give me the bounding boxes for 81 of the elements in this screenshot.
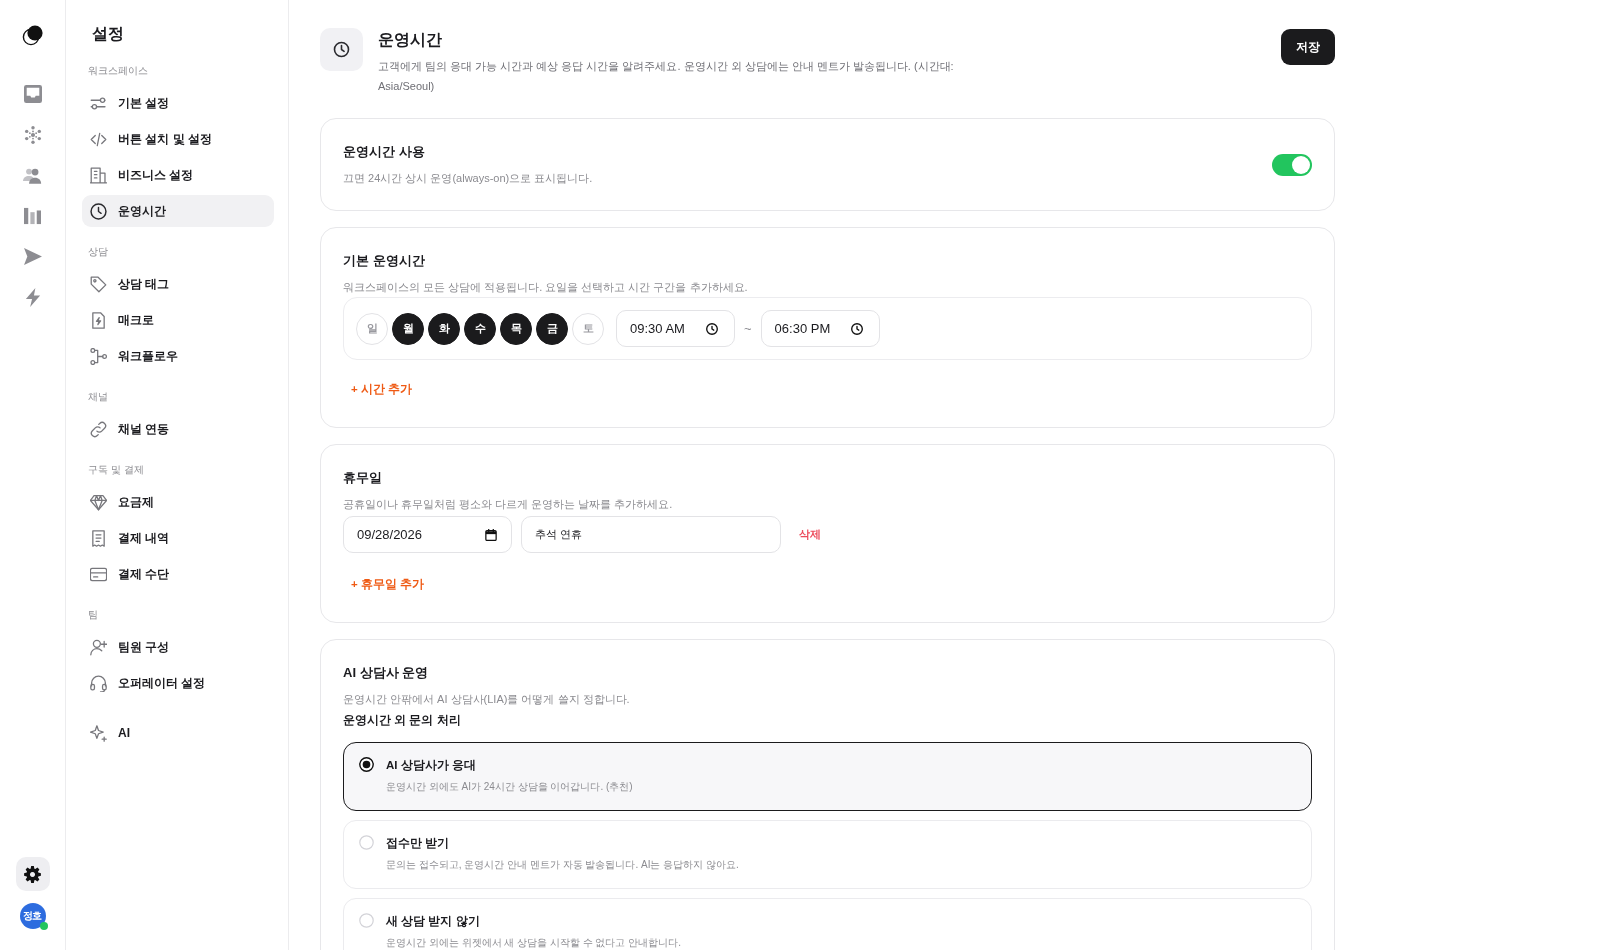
option-card[interactable]: 접수만 받기 문의는 접수되고, 운영시간 안내 멘트가 자동 발송됩니다. AI는 응답하지 않아요.	[343, 820, 1312, 889]
sidebar-item[interactable]: 오퍼레이터 설정	[82, 667, 274, 699]
delete-button[interactable]: 삭제	[799, 523, 821, 546]
sidebar-item[interactable]: 팀원 구성	[82, 631, 274, 663]
option-title: 새 상담 받지 않기	[386, 914, 481, 930]
logo-icon	[21, 24, 44, 46]
section-label: 채널	[87, 390, 109, 404]
clock-icon	[850, 322, 863, 335]
flow-nodes-icon	[90, 347, 107, 365]
sparkle-icon	[90, 724, 107, 742]
time-field[interactable]: 09:30 AM	[616, 310, 735, 347]
option-description: 운영시간 외에는 위젯에서 새 상담을 시작할 수 없다고 안내합니다.	[386, 936, 681, 950]
section-description: 공휴일이나 휴무일처럼 평소와 다르게 운영하는 날짜를 추가하세요.	[343, 497, 674, 512]
sidebar-item[interactable]: 결제 내역	[82, 522, 274, 554]
sidebar-item[interactable]: 채널 연동	[82, 413, 274, 445]
headset-icon	[90, 674, 107, 692]
subheading: 운영시간 외 문의 처리	[343, 713, 462, 728]
section-label: 상담	[87, 245, 109, 259]
day-toggle[interactable]: 월	[392, 312, 424, 345]
building-icon	[90, 166, 107, 184]
date-field[interactable]: 09/28/2026	[343, 516, 512, 553]
section-description: 끄면 24시간 상시 운영(always-on)으로 표시됩니다.	[343, 171, 593, 186]
clock-icon	[90, 202, 107, 220]
section-description: 워크스페이스의 모든 상담에 적용됩니다. 요일을 선택하고 시간 구간을 추가하세요.	[343, 280, 749, 295]
calendar-icon	[485, 528, 497, 541]
option-card[interactable]: 새 상담 받지 않기 운영시간 외에는 위젯에서 새 상담을 시작할 수 없다고 안내합니다.	[343, 898, 1312, 950]
option-description: 운영시간 외에도 AI가 24시간 상담을 이어갑니다. (추천)	[386, 780, 633, 794]
option-card[interactable]: AI 상담사가 응대 운영시간 외에도 AI가 24시간 상담을 이어갑니다. (추천)	[343, 742, 1312, 811]
sidebar-item[interactable]: 버튼 설치 및 설정	[82, 123, 274, 155]
section-title: AI 상담사 운영	[343, 664, 430, 682]
file-lightning-icon	[90, 311, 107, 329]
toggle-switch[interactable]	[1272, 153, 1312, 176]
range-separator: ~	[744, 321, 752, 336]
lightning-icon[interactable]	[24, 288, 41, 307]
page-title: 운영시간	[378, 30, 443, 50]
sidebar-item[interactable]: AI	[82, 717, 274, 749]
inbox-icon[interactable]	[23, 85, 42, 103]
time-field[interactable]: 06:30 PM	[760, 310, 880, 347]
section-label: 구독 및 결제	[87, 463, 145, 477]
section-title: 기본 운영시간	[343, 252, 426, 270]
settings-button[interactable]	[15, 857, 50, 891]
sidebar-item[interactable]: 워크플로우	[82, 340, 274, 372]
code-icon	[90, 130, 107, 148]
people-icon[interactable]	[23, 167, 42, 184]
option-title: AI 상담사가 응대	[386, 758, 477, 773]
day-toggle[interactable]: 목	[500, 312, 532, 345]
option-description: 문의는 접수되고, 운영시간 안내 멘트가 자동 발송됩니다. AI는 응답하지 않아요.	[386, 858, 739, 872]
link-icon	[90, 420, 107, 438]
settings-icon	[24, 865, 41, 883]
sidebar-item[interactable]: 운영시간	[82, 195, 274, 227]
page-description: 고객에게 팀의 응대 가능 시간과 예상 응답 시간을 알려주세요. 운영시간 외 상담에는 안내 멘트가 발송됩니다. (시간대: Asia/Seoul)	[378, 59, 955, 94]
diamond-icon	[90, 493, 107, 511]
section-label: 팀	[87, 608, 99, 622]
section-title: 운영시간 사용	[343, 143, 426, 161]
clock-icon	[320, 28, 363, 71]
day-toggle[interactable]: 화	[428, 312, 460, 345]
day-toggle[interactable]: 금	[536, 312, 568, 345]
credit-card-icon	[90, 565, 107, 583]
sidebar-item[interactable]: 상담 태그	[82, 268, 274, 300]
day-toggle[interactable]: 수	[464, 312, 496, 345]
sidebar-item[interactable]: 비즈니스 설정	[82, 159, 274, 191]
option-title: 접수만 받기	[386, 836, 451, 851]
paper-plane-icon[interactable]	[23, 248, 42, 265]
person-plus-icon	[90, 638, 107, 656]
avatar[interactable]: 정호	[19, 903, 46, 929]
holiday-name-field[interactable]: 추석 연휴	[521, 516, 781, 553]
nodes-icon[interactable]	[23, 126, 42, 144]
section-label: 워크스페이스	[87, 64, 149, 78]
sidebar-item[interactable]: 결제 수단	[82, 558, 274, 590]
sidebar-item[interactable]: 매크로	[82, 304, 274, 336]
tag-icon	[90, 275, 107, 293]
sidebar-item[interactable]: 요금제	[82, 486, 274, 518]
sidebar-title: 설정	[91, 24, 125, 44]
receipt-icon	[90, 529, 107, 547]
section-description: 운영시간 안팎에서 AI 상담사(LIA)를 어떻게 쓸지 정합니다.	[343, 692, 631, 707]
bar-chart-icon[interactable]	[24, 207, 41, 225]
clock-icon	[706, 322, 718, 335]
section-title: 휴무일	[343, 469, 383, 487]
save-button[interactable]: 저장	[1281, 29, 1335, 65]
sidebar-item[interactable]: 기본 설정	[82, 87, 274, 119]
radio-button[interactable]	[359, 757, 374, 772]
